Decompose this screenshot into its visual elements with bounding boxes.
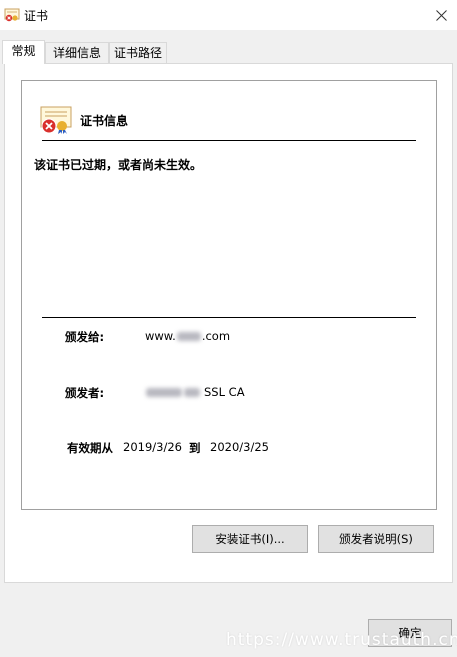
certificate-error-icon bbox=[4, 8, 20, 22]
tab-panel-general: 证书信息 该证书已过期，或者尚未生效。 颁发给: www. .com 颁发者: S… bbox=[4, 63, 453, 583]
issued-by-label: 颁发者: bbox=[65, 386, 105, 400]
redacted-text bbox=[146, 388, 182, 397]
title-bar: 证书 bbox=[0, 0, 457, 30]
close-icon bbox=[436, 9, 447, 21]
close-button[interactable] bbox=[426, 0, 457, 30]
redacted-text bbox=[176, 332, 201, 341]
certificate-status-text: 该证书已过期，或者尚未生效。 bbox=[34, 158, 203, 172]
certificate-error-icon bbox=[40, 106, 72, 134]
issued-to-value: www. .com bbox=[145, 329, 230, 343]
window-title: 证书 bbox=[24, 9, 49, 23]
issued-to-suffix: .com bbox=[201, 329, 231, 343]
valid-from-label: 有效期从 bbox=[67, 441, 113, 455]
valid-from-value: 2019/3/26 bbox=[123, 440, 182, 454]
certificate-info-heading: 证书信息 bbox=[80, 114, 129, 128]
watermark-text: https://www.trustauth.cn bbox=[226, 630, 457, 650]
issued-to-label: 颁发给: bbox=[65, 330, 105, 344]
tab-details[interactable]: 详细信息 bbox=[45, 42, 109, 64]
tab-general[interactable]: 常规 bbox=[2, 40, 45, 64]
heading-divider bbox=[42, 140, 416, 141]
tab-strip: 常规 详细信息 证书路径 bbox=[0, 40, 457, 64]
issued-to-prefix: www. bbox=[145, 329, 176, 343]
issued-by-value: SSL CA bbox=[145, 385, 245, 399]
certificate-info-box: 证书信息 该证书已过期，或者尚未生效。 颁发给: www. .com 颁发者: S… bbox=[21, 80, 437, 510]
issued-by-suffix: SSL CA bbox=[204, 385, 245, 399]
valid-to-value: 2020/3/25 bbox=[210, 440, 269, 454]
issuer-statement-button[interactable]: 颁发者说明(S) bbox=[318, 525, 434, 553]
install-certificate-button[interactable]: 安装证书(I)... bbox=[192, 525, 308, 553]
redacted-text bbox=[184, 388, 200, 397]
valid-to-label: 到 bbox=[189, 441, 201, 455]
tab-certification-path[interactable]: 证书路径 bbox=[109, 42, 167, 64]
details-divider bbox=[42, 317, 416, 318]
